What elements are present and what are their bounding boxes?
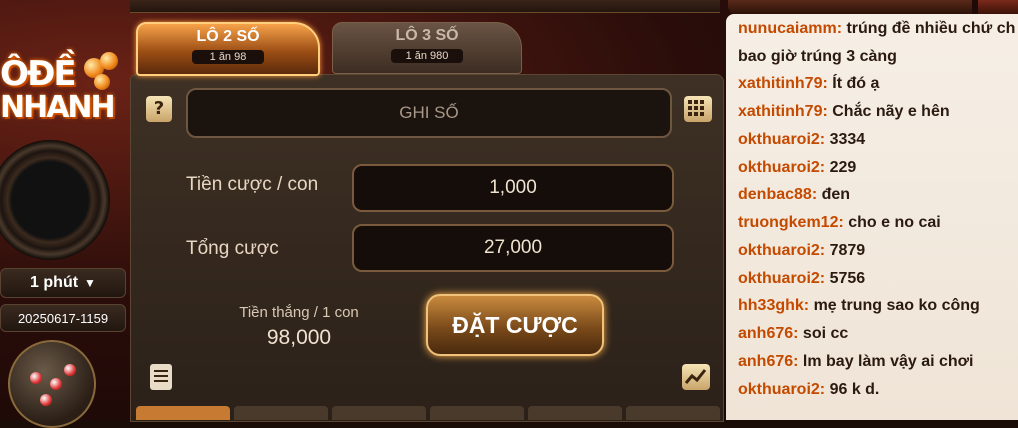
bottom-tab[interactable] (332, 406, 426, 420)
chat-username: okthuaroi2: (738, 270, 826, 287)
chat-message: xathitinh79: Chắc nãy e hên (738, 103, 950, 120)
trend-line (684, 369, 707, 384)
bottom-tabs (136, 406, 720, 420)
chat-message: okthuaroi2: 5756 (738, 270, 866, 287)
trend-chart-icon[interactable] (682, 364, 710, 390)
globe-ball (30, 372, 42, 384)
number-entry-field[interactable]: GHI SỐ (186, 88, 672, 138)
chat-username: anh676: (738, 353, 799, 370)
chat-panel[interactable]: nunucaiamm: trúng đề nhiều chứ ch bao gi… (726, 14, 1018, 420)
top-bar-right (728, 0, 972, 14)
chat-username: xathitinh79: (738, 75, 828, 92)
chat-username: okthuaroi2: (738, 159, 826, 176)
bottom-tab[interactable] (430, 406, 524, 420)
timer-select[interactable]: 1 phút ▼ (0, 268, 126, 298)
chat-username: okthuaroi2: (738, 131, 826, 148)
tab-odds: 1 ăn 980 (391, 49, 463, 63)
chat-message: okthuaroi2: 96 k d. (738, 381, 880, 398)
logo-ball (94, 74, 110, 90)
place-bet-button[interactable]: ĐẶT CƯỢC (426, 294, 604, 356)
globe-ball (64, 364, 76, 376)
globe-ball (40, 394, 52, 406)
chat-username: okthuaroi2: (738, 242, 826, 259)
top-bar (130, 0, 720, 13)
chat-username: okthuaroi2: (738, 381, 826, 398)
chat-username: nunucaiamm: (738, 20, 843, 37)
top-bar-corner (978, 0, 1018, 14)
chat-message: okthuaroi2: 3334 (738, 131, 866, 148)
tab-lo-3-so[interactable]: LÔ 3 SỐ 1 ăn 980 (332, 22, 522, 74)
chat-username: xathitinh79: (738, 103, 828, 120)
chat-message: xathitinh79: Ít đó ạ (738, 75, 880, 92)
chat-message: nunucaiamm: trúng đề nhiều chứ ch (738, 20, 1016, 37)
history-icon[interactable] (150, 364, 172, 390)
chevron-down-icon: ▼ (84, 276, 96, 290)
win-per-unit-value: 98,000 (266, 326, 332, 349)
chat-message: hh33ghk: mẹ trung sao ko công (738, 297, 980, 314)
chat-message: okthuaroi2: 229 (738, 159, 857, 176)
chat-message: truongkem12: cho e no cai (738, 214, 941, 231)
chat-message: okthuaroi2: 7879 (738, 242, 866, 259)
win-per-unit-label: Tiền thắng / 1 con (239, 304, 359, 321)
round-id: 20250617-1159 (0, 304, 126, 332)
bottom-tab[interactable] (626, 406, 720, 420)
tab-lo-2-so[interactable]: LÔ 2 SỐ 1 ăn 98 (136, 22, 320, 76)
logo-ball (100, 52, 118, 70)
bottom-tab[interactable] (528, 406, 622, 420)
globe-ball (50, 378, 62, 390)
chat-username: denbac88: (738, 186, 818, 203)
keypad-icon[interactable] (684, 96, 712, 122)
total-bet-label: Tổng cược (186, 238, 279, 259)
help-icon[interactable]: ? (146, 96, 172, 122)
bet-per-unit-label: Tiền cược / con (186, 174, 319, 195)
chat-message: anh676: soi cc (738, 325, 849, 342)
chat-username: anh676: (738, 325, 799, 342)
chat-message: denbac88: đen (738, 186, 851, 203)
chat-username: hh33ghk: (738, 297, 810, 314)
bottom-tab[interactable] (136, 406, 230, 420)
bet-per-unit-input[interactable]: 1,000 (352, 164, 674, 212)
lottery-globe (8, 340, 96, 428)
tab-odds: 1 ăn 98 (192, 50, 264, 64)
bottom-tab[interactable] (234, 406, 328, 420)
game-logo: ÔĐỀ NHANH (0, 48, 128, 128)
chat-message: anh676: lm bay làm vậy ai chơi (738, 353, 974, 370)
total-bet-value: 27,000 (352, 224, 674, 272)
chat-message: bao giờ trúng 3 càng (738, 48, 897, 65)
chat-username: truongkem12: (738, 214, 844, 231)
